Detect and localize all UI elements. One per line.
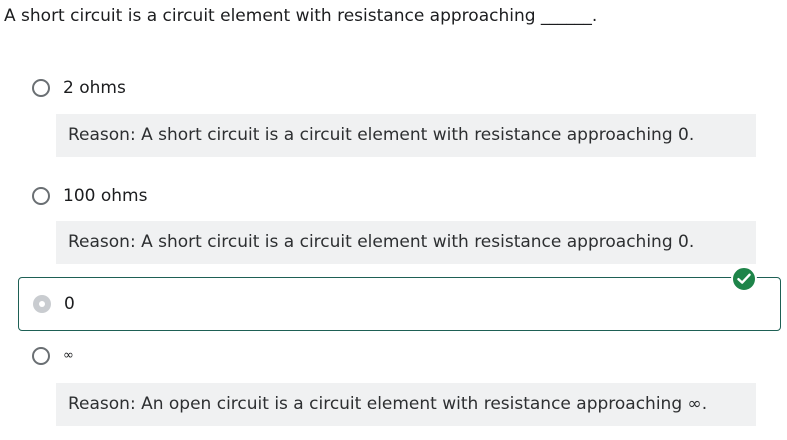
option-label: 2 ohms [63,78,126,98]
answer-option-infinity[interactable]: ∞ [18,329,781,383]
radio-unchecked-icon[interactable] [32,187,50,205]
reason-box: Reason: A short circuit is a circuit ele… [56,221,756,264]
answer-option-100-ohms[interactable]: 100 ohms [18,169,781,223]
question-text: A short circuit is a circuit element wit… [4,6,598,26]
reason-box: Reason: A short circuit is a circuit ele… [56,114,756,157]
option-label: 100 ohms [63,186,148,206]
check-circle-icon [731,266,757,292]
reason-box: Reason: An open circuit is a circuit ele… [56,383,756,426]
answer-option-2-ohms[interactable]: 2 ohms [18,61,781,115]
radio-checked-icon[interactable] [33,295,51,313]
answer-option-0-selected[interactable]: 0 [18,277,781,331]
radio-unchecked-icon[interactable] [32,347,50,365]
option-label: 0 [64,294,75,314]
radio-unchecked-icon[interactable] [32,79,50,97]
option-label: ∞ [63,348,74,363]
